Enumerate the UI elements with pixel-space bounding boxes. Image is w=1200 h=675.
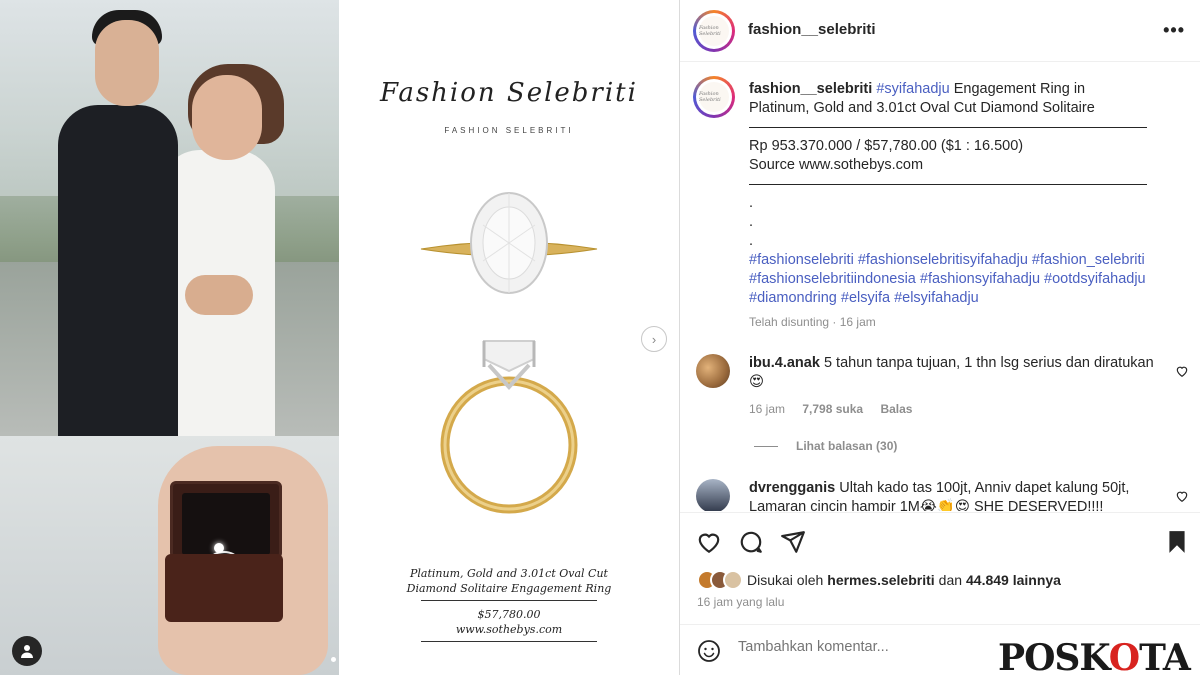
ring-info-card: Fashion Selebriti FASHION SELEBRITI Plat… <box>339 0 679 675</box>
likes-user[interactable]: hermes.selebriti <box>827 572 934 588</box>
view-replies-button[interactable]: Lihat balasan (30) <box>754 439 897 453</box>
comment-username[interactable]: dvrengganis <box>749 480 835 496</box>
emoji-icon[interactable] <box>697 639 721 663</box>
caption-dot: . <box>749 233 754 249</box>
post-header: Fashion Selebriti fashion__selebriti ••• <box>680 0 1200 62</box>
likes-middle: dan <box>938 572 963 588</box>
heart-icon[interactable] <box>1175 489 1189 503</box>
user-icon <box>21 645 33 658</box>
caption-username[interactable]: fashion__selebriti <box>749 81 872 97</box>
carousel-next-button[interactable]: › <box>641 326 667 352</box>
caption-lead-hashtag[interactable]: #syifahadju <box>876 81 949 97</box>
card-brand-small: FASHION SELEBRITI <box>444 126 574 135</box>
card-url: www.sothebys.com <box>455 623 563 636</box>
card-caption-line2: Diamond Solitaire Engagement Ring <box>406 582 612 595</box>
comment-reply-button[interactable]: Balas <box>880 402 912 416</box>
ring-box-photo <box>0 436 339 675</box>
view-replies-label: Lihat balasan (30) <box>796 439 898 453</box>
card-price: $57,780.00 <box>477 608 541 621</box>
chevron-right-icon: › <box>651 331 657 347</box>
caption-dot: . <box>749 195 754 211</box>
caption-edited-time: Telah disunting · 16 jam <box>749 315 876 329</box>
card-caption: Platinum, Gold and 3.01ct Oval Cut Diamo… <box>339 566 679 646</box>
more-icon[interactable]: ••• <box>1163 20 1185 41</box>
poskota-watermark: POSKOTA <box>998 637 1191 675</box>
post-caption: fashion__selebriti #syifahadju Engagemen… <box>749 80 1149 308</box>
account-avatar[interactable]: Fashion Selebriti <box>693 10 735 52</box>
heart-icon[interactable] <box>696 529 722 555</box>
ring-top-illustration <box>420 192 598 294</box>
comment-likes[interactable]: 7,798 suka <box>802 402 863 416</box>
user-tag-button[interactable] <box>12 636 42 666</box>
post-media-carousel[interactable]: Fashion Selebriti FASHION SELEBRITI Plat… <box>0 0 679 675</box>
comments-section[interactable]: Fashion Selebriti fashion__selebriti #sy… <box>680 62 1200 511</box>
couple-photo <box>0 0 339 436</box>
heart-icon[interactable] <box>1175 364 1189 378</box>
comment-text: ibu.4.anak 5 tahun tanpa tujuan, 1 thn l… <box>749 354 1159 392</box>
share-icon[interactable] <box>780 529 806 555</box>
caption-price: Rp 953.370.000 / $57,780.00 ($1 : 16.500… <box>749 138 1024 154</box>
carousel-dot <box>331 657 336 662</box>
comment-meta: 16 jam 7,798 suka Balas <box>749 402 926 416</box>
post-actions <box>680 512 1200 568</box>
caption-source: Source www.sothebys.com <box>749 157 924 173</box>
likes-count[interactable]: 44.849 lainnya <box>966 572 1061 588</box>
comment-avatar[interactable] <box>696 354 730 388</box>
caption-hashtags[interactable]: #fashionselebriti #fashionselebritisyifa… <box>749 251 1149 308</box>
liker-avatar <box>723 570 743 590</box>
ring-side-illustration <box>440 340 578 514</box>
comment-icon[interactable] <box>738 529 764 555</box>
comment-username[interactable]: ibu.4.anak <box>749 355 820 371</box>
post-side-panel: Fashion Selebriti fashion__selebriti •••… <box>679 0 1200 675</box>
card-caption-line1: Platinum, Gold and 3.01ct Oval Cut <box>410 567 608 580</box>
caption-avatar[interactable]: Fashion Selebriti <box>693 76 735 118</box>
bookmark-icon[interactable] <box>1164 529 1190 555</box>
comment-text: dvrengganis Ultah kado tas 100jt, Anniv … <box>749 479 1159 511</box>
likes-summary[interactable]: Disukai oleh hermes.selebriti dan 44.849… <box>697 570 1065 590</box>
account-name[interactable]: fashion__selebriti <box>748 21 876 38</box>
comment-avatar[interactable] <box>696 479 730 511</box>
comment-time: 16 jam <box>749 402 786 416</box>
caption-dot: . <box>749 214 754 230</box>
likes-prefix: Disukai oleh <box>747 572 824 588</box>
card-brand-script: Fashion Selebriti <box>380 78 638 108</box>
add-comment-input[interactable] <box>738 639 988 655</box>
post-timestamp: 16 jam yang lalu <box>697 595 785 609</box>
